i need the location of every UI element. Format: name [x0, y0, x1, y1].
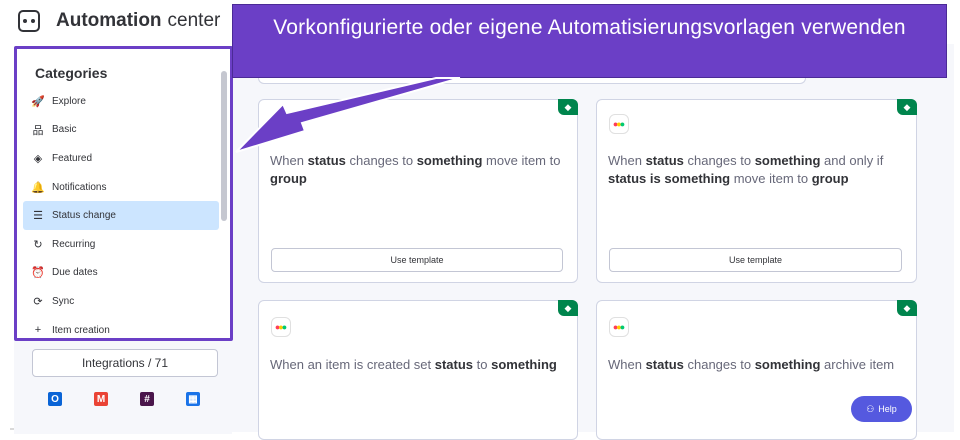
- diamond-icon: ◆: [897, 300, 917, 316]
- sidebar-item-label: Status change: [52, 210, 116, 222]
- template-description: When status changes to something and onl…: [608, 153, 884, 186]
- monday-logo-icon: ● ● ●: [271, 317, 291, 337]
- categories-title: Categories: [35, 65, 108, 81]
- diamond-icon: ◆: [897, 99, 917, 115]
- sidebar-item-label: Recurring: [52, 238, 96, 250]
- integrations-button[interactable]: Integrations / 71: [32, 349, 218, 377]
- page-title-suffix: center: [167, 10, 221, 31]
- sync-icon: ⟳: [33, 295, 43, 308]
- template-description: When status changes to something move it…: [270, 153, 561, 186]
- integration-icons: O M # ▦: [48, 392, 200, 406]
- alarm-clock-icon: ⏰: [31, 267, 45, 280]
- categories-panel: Categories 🚀 Explore 品 Basic ◈ Featured 🔔 Notif…: [14, 46, 233, 341]
- diamond-icon: ◈: [33, 152, 43, 165]
- outlook-icon[interactable]: O: [48, 392, 62, 406]
- page-title: Automation: [56, 10, 162, 31]
- page-header: Automation center: [18, 4, 220, 38]
- sidebar-item-status-change[interactable]: ☰ Status change: [23, 201, 219, 230]
- sidebar-item-basic[interactable]: 品 Basic: [23, 116, 219, 145]
- google-calendar-icon[interactable]: ▦: [186, 392, 200, 406]
- sidebar-item-label: Featured: [52, 152, 93, 164]
- diamond-icon: ◆: [558, 99, 578, 115]
- categories-scrollbar[interactable]: [221, 65, 227, 331]
- robot-icon: [18, 10, 40, 32]
- hierarchy-icon: 品: [32, 124, 44, 137]
- monday-logo-icon: ● ● ●: [609, 317, 629, 337]
- use-template-button[interactable]: Use template: [271, 248, 563, 272]
- recurring-icon: ↻: [33, 238, 43, 251]
- diamond-icon: ◆: [558, 300, 578, 316]
- plus-icon: +: [34, 324, 42, 337]
- sidebar-item-due-dates[interactable]: ⏰ Due dates: [23, 259, 219, 288]
- scrollbar-thumb[interactable]: [221, 71, 227, 221]
- sidebar-item-featured[interactable]: ◈ Featured: [23, 144, 219, 173]
- help-label: Help: [878, 404, 897, 414]
- monday-logo-icon: ● ● ●: [609, 114, 629, 134]
- list-icon: ☰: [33, 210, 43, 223]
- template-card[interactable]: ◆ When status changes to something move …: [258, 99, 578, 283]
- help-icon: ⚇: [866, 403, 875, 414]
- sidebar-item-recurring[interactable]: ↻ Recurring: [23, 230, 219, 259]
- bell-icon: 🔔: [31, 181, 45, 194]
- sidebar-item-explore[interactable]: 🚀 Explore: [23, 87, 219, 116]
- template-description: When an item is created set status to so…: [270, 357, 557, 372]
- sidebar-item-label: Item creation: [52, 324, 110, 336]
- gmail-icon[interactable]: M: [94, 392, 108, 406]
- use-template-button[interactable]: Use template: [609, 248, 902, 272]
- sidebar-item-item-creation[interactable]: + Item creation: [23, 316, 219, 345]
- annotation-callout: Vorkonfigurierte oder eigene Automatisie…: [232, 4, 947, 78]
- rocket-icon: 🚀: [31, 95, 45, 108]
- sidebar-item-label: Explore: [52, 95, 86, 107]
- sidebar-item-label: Due dates: [52, 267, 98, 279]
- slack-icon[interactable]: #: [140, 392, 154, 406]
- sidebar-item-label: Sync: [52, 295, 75, 307]
- help-button[interactable]: ⚇ Help: [851, 396, 912, 422]
- sidebar-item-label: Basic: [52, 124, 77, 136]
- template-card[interactable]: ◆ ● ● ● When status changes to something a…: [596, 99, 917, 283]
- sidebar-item-label: Notifications: [52, 181, 107, 193]
- sidebar-item-notifications[interactable]: 🔔 Notifications: [23, 173, 219, 202]
- template-description: When status changes to something archive…: [608, 357, 895, 372]
- template-card[interactable]: ◆ ● ● ● When an item is created set status…: [258, 300, 578, 440]
- sidebar-item-sync[interactable]: ⟳ Sync: [23, 287, 219, 316]
- categories-list: 🚀 Explore 品 Basic ◈ Featured 🔔 Notifications ☰ St…: [23, 87, 219, 344]
